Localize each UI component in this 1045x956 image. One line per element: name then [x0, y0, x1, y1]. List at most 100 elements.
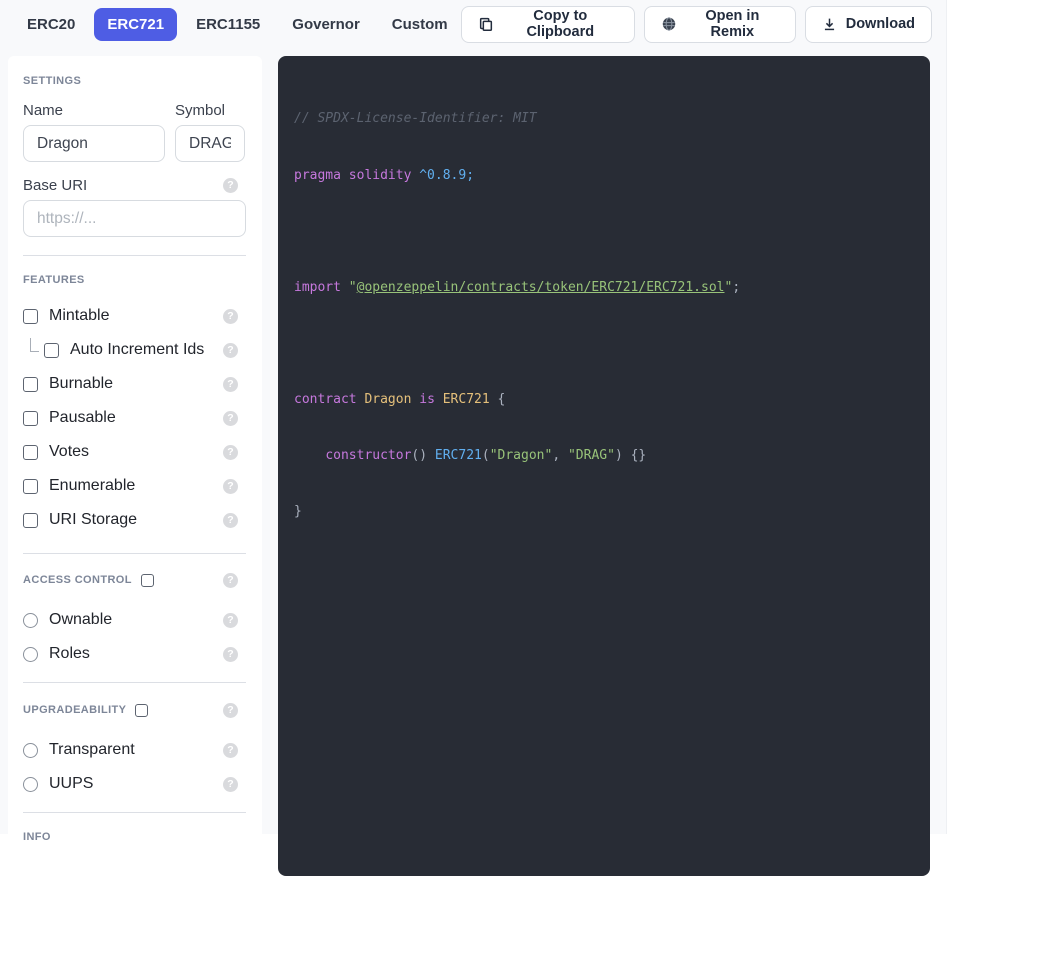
tab-custom[interactable]: Custom [379, 8, 461, 41]
roles-radio[interactable] [23, 646, 38, 662]
base-uri-input[interactable] [23, 200, 246, 237]
transparent-radio[interactable] [23, 742, 38, 758]
symbol-field-label: Symbol [175, 102, 226, 119]
name-field-label: Name [23, 102, 64, 119]
divider [23, 553, 246, 554]
feature-row-enumerable: Enumerable ? [23, 474, 246, 498]
pausable-checkbox[interactable] [23, 410, 38, 426]
enumerable-label[interactable]: Enumerable [49, 477, 135, 495]
upgrade-option-transparent: Transparent ? [23, 738, 246, 762]
burnable-help-icon[interactable]: ? [223, 376, 238, 392]
transparent-help-icon[interactable]: ? [223, 742, 238, 758]
access-control-help-icon[interactable]: ? [223, 572, 238, 588]
code-token: } [294, 504, 302, 520]
mintable-help-icon[interactable]: ? [223, 308, 238, 324]
feature-row-burnable: Burnable ? [23, 372, 246, 396]
code-comment: // SPDX-License-Identifier: MIT [294, 111, 537, 127]
code-token: , [552, 448, 568, 464]
code-panel: // SPDX-License-Identifier: MIT pragma s… [278, 56, 930, 876]
uups-label[interactable]: UUPS [49, 775, 93, 793]
code-token: pragma solidity [294, 167, 420, 183]
upgradeability-section-title: Upgradeability [23, 704, 127, 716]
uri-storage-label[interactable]: URI Storage [49, 511, 137, 529]
contract-kind-tabs: ERC20 ERC721 ERC1155 Governor Custom [14, 7, 461, 41]
divider [23, 255, 246, 256]
code-line: contract Dragon is ERC721 { [294, 391, 920, 410]
uups-radio[interactable] [23, 776, 38, 792]
ownable-help-icon[interactable]: ? [223, 612, 238, 628]
tab-erc1155[interactable]: ERC1155 [183, 8, 273, 41]
download-button[interactable]: Download [804, 5, 932, 43]
code-token: is [411, 391, 443, 407]
code-token: "DRAG" [567, 448, 615, 464]
access-control-section-title: Access Control [23, 574, 132, 586]
remix-button-label: Open in Remix [705, 8, 760, 40]
upgradeability-checkbox[interactable] [135, 703, 149, 717]
roles-help-icon[interactable]: ? [223, 646, 238, 662]
auto-increment-ids-checkbox[interactable] [44, 342, 59, 358]
settings-sidebar: Settings Name Symbol Base URI ? Features… [8, 56, 262, 956]
enumerable-checkbox[interactable] [23, 478, 38, 494]
upgrade-option-uups: UUPS ? [23, 772, 246, 796]
burnable-label[interactable]: Burnable [49, 375, 113, 393]
upgradeability-header-row: Upgradeability ? [23, 701, 246, 719]
enumerable-help-icon[interactable]: ? [223, 478, 238, 494]
settings-section-title: Settings [23, 75, 82, 87]
feature-row-mintable: Mintable ? [23, 304, 246, 328]
votes-help-icon[interactable]: ? [223, 444, 238, 460]
code-token: ( [481, 448, 490, 464]
name-input[interactable] [23, 125, 165, 162]
divider [23, 682, 246, 683]
code-token: import [294, 279, 349, 295]
access-control-header-row: Access Control ? [23, 571, 246, 589]
votes-label[interactable]: Votes [49, 443, 89, 461]
pausable-label[interactable]: Pausable [49, 409, 116, 427]
import-path-link[interactable]: @openzeppelin/contracts/token/ERC721/ERC… [357, 280, 725, 295]
upgradeability-help-icon[interactable]: ? [223, 702, 238, 718]
feature-row-auto-increment: Auto Increment Ids ? [23, 338, 246, 362]
wizard-app: ERC20 ERC721 ERC1155 Governor Custom Cop… [0, 0, 947, 956]
code-line: import "@openzeppelin/contracts/token/ER… [294, 279, 920, 298]
auto-increment-ids-help-icon[interactable]: ? [223, 342, 238, 358]
code-token: " [348, 279, 357, 295]
mintable-label[interactable]: Mintable [49, 307, 109, 325]
download-button-label: Download [845, 16, 915, 32]
ownable-label[interactable]: Ownable [49, 611, 112, 629]
copy-icon [478, 16, 494, 32]
burnable-checkbox[interactable] [23, 376, 38, 392]
solidity-code: // SPDX-License-Identifier: MIT pragma s… [294, 73, 920, 559]
base-uri-help-icon[interactable]: ? [223, 178, 238, 193]
uups-help-icon[interactable]: ? [223, 776, 238, 792]
ownable-radio[interactable] [23, 612, 38, 628]
auto-increment-ids-label[interactable]: Auto Increment Ids [70, 341, 204, 359]
code-token: constructor [325, 448, 412, 464]
uri-storage-checkbox[interactable] [23, 512, 38, 528]
tab-governor[interactable]: Governor [279, 8, 373, 41]
code-token: ; [732, 279, 741, 295]
uri-storage-help-icon[interactable]: ? [223, 512, 238, 528]
pausable-help-icon[interactable]: ? [223, 410, 238, 426]
info-section-title: Info [23, 831, 51, 843]
code-token: Dragon [364, 391, 412, 407]
copy-to-clipboard-button[interactable]: Copy to Clipboard [460, 5, 635, 43]
code-line: constructor() ERC721("Dragon", "DRAG") {… [294, 447, 920, 466]
transparent-label[interactable]: Transparent [49, 741, 135, 759]
access-option-ownable: Ownable ? [23, 608, 246, 632]
download-icon [822, 16, 837, 32]
roles-label[interactable]: Roles [49, 645, 90, 663]
tab-erc20[interactable]: ERC20 [14, 8, 88, 41]
symbol-input[interactable] [175, 125, 245, 162]
code-line: pragma solidity ^0.8.9; [294, 167, 920, 186]
divider [23, 812, 246, 813]
tab-erc721[interactable]: ERC721 [94, 7, 178, 41]
feature-row-uri-storage: URI Storage ? [23, 508, 246, 532]
votes-checkbox[interactable] [23, 444, 38, 460]
mintable-checkbox[interactable] [23, 308, 38, 324]
open-in-remix-button[interactable]: Open in Remix [643, 5, 796, 43]
code-token: ) {} [614, 448, 647, 464]
code-token: ^0.8.9; [419, 167, 475, 183]
access-control-checkbox[interactable] [140, 573, 154, 587]
feature-row-votes: Votes ? [23, 440, 246, 464]
